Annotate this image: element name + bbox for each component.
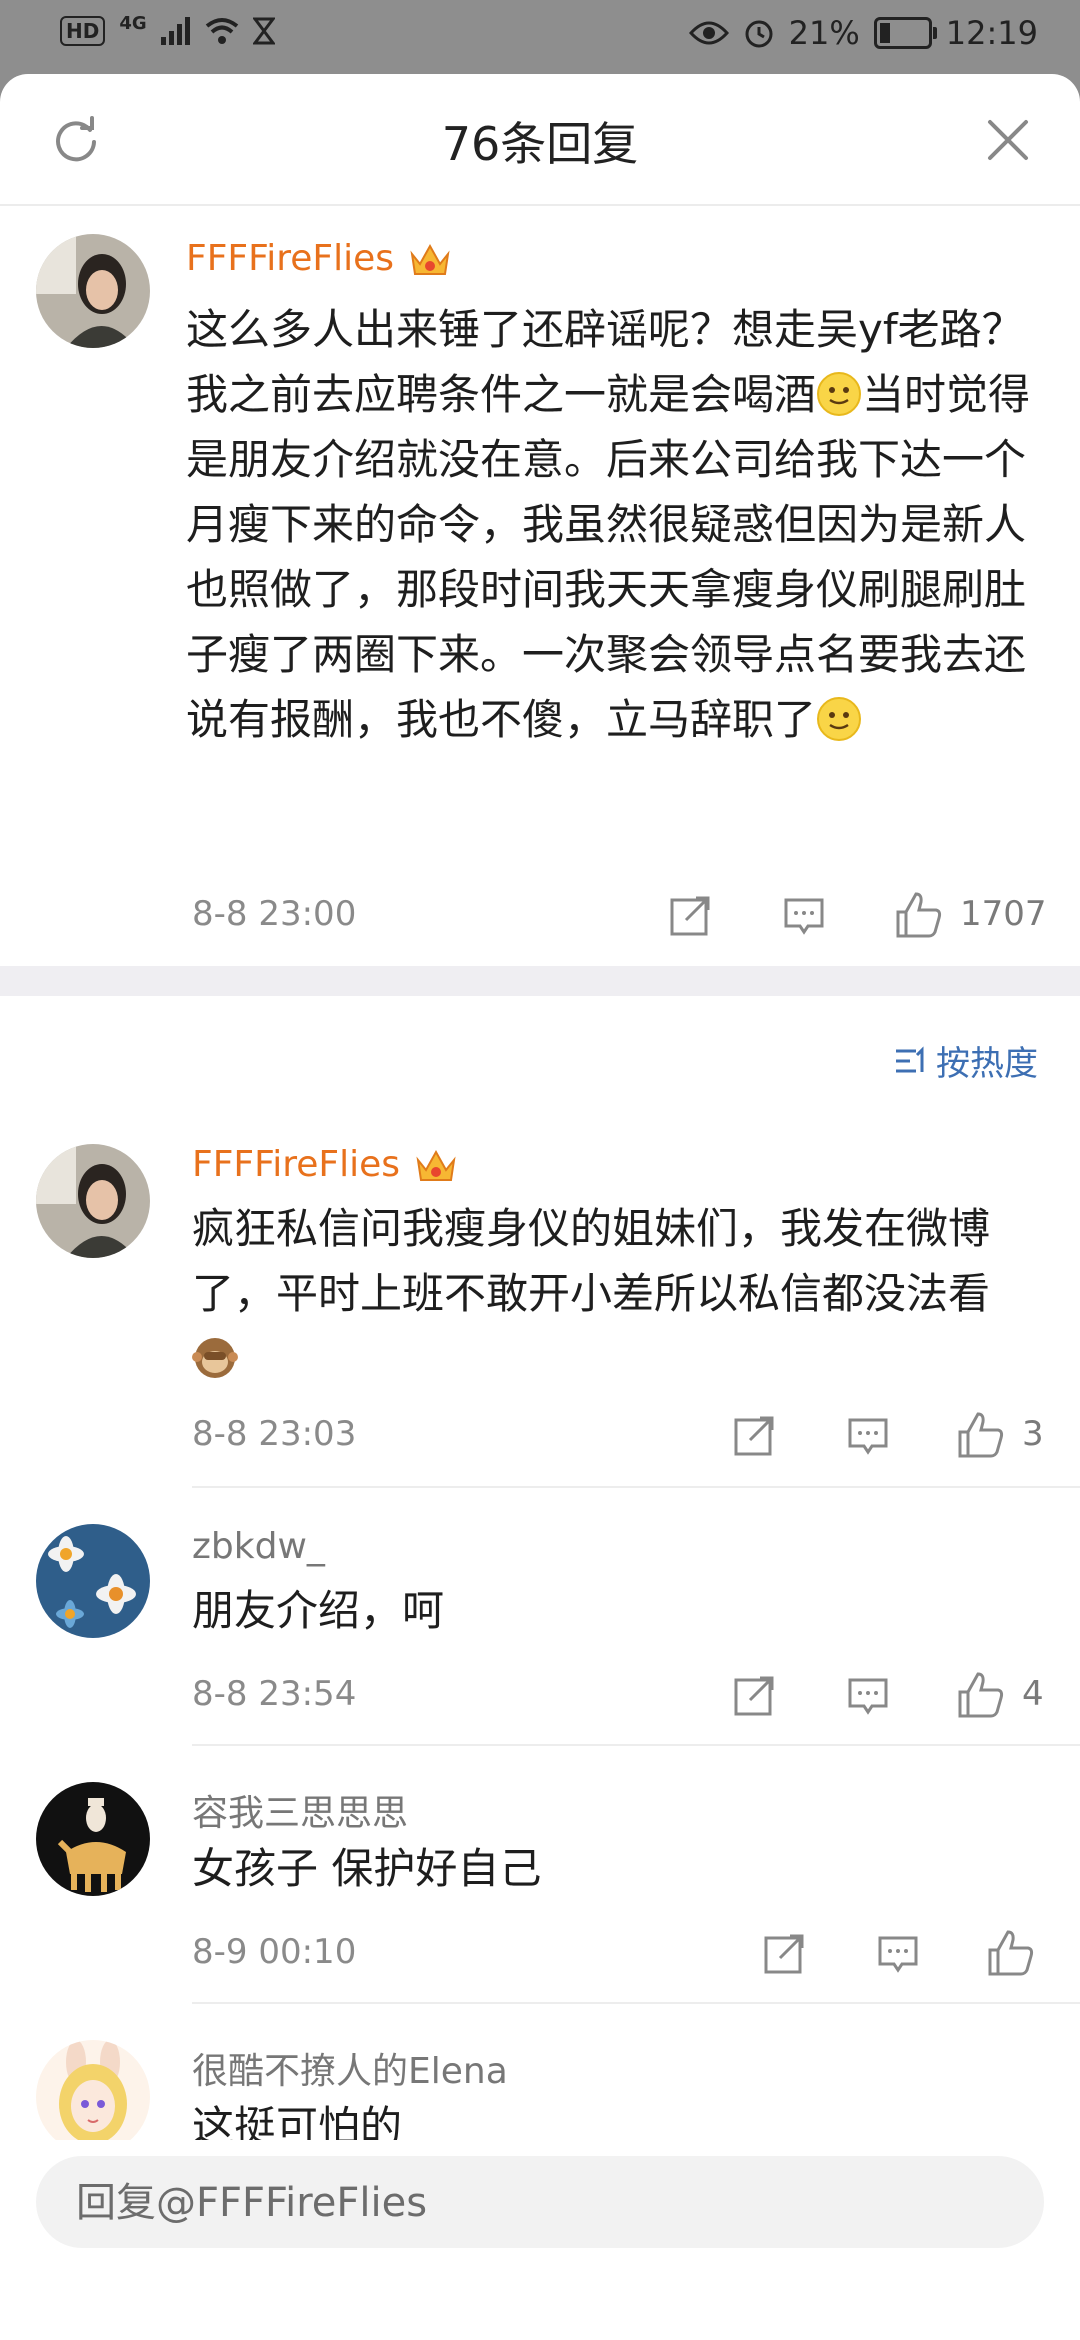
like-icon[interactable]	[956, 1410, 1006, 1460]
hourglass-icon	[252, 17, 275, 45]
sort-icon	[896, 1045, 924, 1072]
avatar[interactable]	[36, 1144, 150, 1258]
reply-username[interactable]: 容我三思思思	[192, 1784, 408, 1836]
comment-time: 8-8 23:00	[192, 894, 357, 934]
battery-percent: 21%	[788, 14, 860, 52]
like-icon[interactable]	[956, 1670, 1006, 1720]
reply-text: 朋友介绍，呵	[192, 1586, 445, 1635]
battery-icon	[873, 17, 937, 49]
reply-bar	[0, 2140, 1080, 2266]
smile-emoji-icon	[817, 372, 862, 416]
like-count: 4	[1022, 1674, 1044, 1714]
network-label: 4G	[119, 12, 147, 34]
reply-text: 疯狂私信问我瘦身仪的姐妹们，我发在微博了，平时上班不敢开小差所以私信都没法看	[192, 1196, 1032, 1391]
reply-time: 8-9 00:10	[192, 1932, 357, 1972]
vip-crown-icon	[410, 243, 450, 275]
reply-input-box[interactable]	[36, 2156, 1044, 2250]
comment-icon[interactable]	[876, 1932, 920, 1976]
like-count: 1707	[960, 894, 1047, 934]
status-bar: HD 4G 21% 12:19	[0, 0, 1080, 74]
reply-text: 女孩子 保护好自己	[192, 1844, 542, 1893]
vip-crown-icon	[416, 1149, 456, 1181]
page-title: 76条回复	[441, 117, 639, 171]
section-divider	[0, 966, 1080, 996]
alarm-icon	[745, 20, 773, 48]
comment-text-part-2: 当时觉得是朋友介绍就没在意。后来公司给我下达一个月瘦下来的命令，我虽然很疑惑但因…	[186, 370, 1031, 744]
smile-emoji-icon	[817, 697, 862, 741]
sheet-header: 76条回复	[0, 74, 1080, 206]
like-count: 3	[1022, 1414, 1044, 1454]
like-icon[interactable]	[986, 1928, 1036, 1978]
avatar[interactable]	[36, 1782, 150, 1896]
avatar[interactable]	[36, 1524, 150, 1638]
reply-username[interactable]: FFFFireFlies	[192, 1144, 400, 1185]
divider	[192, 2002, 1080, 2004]
monkey-emoji-icon	[192, 1338, 238, 1378]
hd-badge: HD	[60, 16, 106, 46]
sort-button[interactable]: 按热度	[894, 1036, 1038, 1085]
sort-label: 按热度	[936, 1044, 1038, 1084]
reply-username[interactable]: zbkdw_	[192, 1526, 325, 1567]
signal-icon	[160, 17, 190, 45]
close-icon[interactable]	[986, 118, 1030, 162]
divider	[192, 1486, 1080, 1488]
divider	[192, 1744, 1080, 1746]
reply-input[interactable]	[74, 2156, 1018, 2250]
avatar[interactable]	[36, 2040, 150, 2154]
share-icon[interactable]	[762, 1932, 806, 1976]
wifi-icon	[205, 18, 238, 44]
comment-icon[interactable]	[782, 894, 826, 938]
like-icon[interactable]	[894, 890, 944, 940]
reply-time: 8-8 23:54	[192, 1674, 357, 1714]
reply-time: 8-8 23:03	[192, 1414, 357, 1454]
avatar[interactable]	[36, 234, 150, 348]
comment-text: 这么多人出来锤了还辟谣呢？想走吴yf老路？我之前去应聘条件之一就是会喝酒 当时觉得…	[186, 297, 1046, 752]
clock: 12:19	[945, 14, 1038, 52]
comment-icon[interactable]	[846, 1674, 890, 1718]
comment-icon[interactable]	[846, 1414, 890, 1458]
eye-icon	[688, 21, 729, 45]
reply-text-content: 疯狂私信问我瘦身仪的姐妹们，我发在微博了，平时上班不敢开小差所以私信都没法看	[192, 1204, 991, 1318]
share-icon[interactable]	[732, 1414, 776, 1458]
share-icon[interactable]	[732, 1674, 776, 1718]
reply-username[interactable]: 很酷不撩人的Elena	[192, 2042, 508, 2094]
share-icon[interactable]	[668, 894, 712, 938]
comment-username[interactable]: FFFFireFlies	[186, 238, 394, 279]
